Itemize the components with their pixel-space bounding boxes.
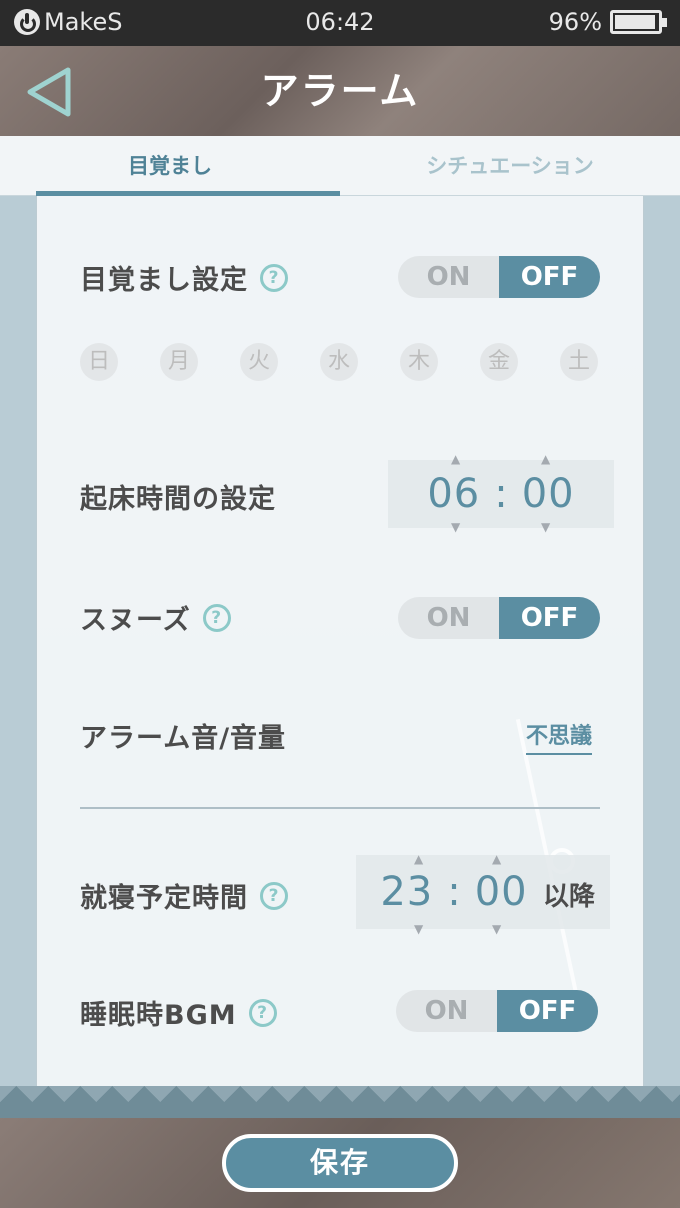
bedtime-hour-up-arrow-icon[interactable]: ▲ — [414, 852, 423, 866]
wake-setting-row: 目覚まし設定 ? — [80, 258, 288, 297]
wake-time-label: 起床時間の設定 — [80, 484, 276, 515]
wake-on-option[interactable]: ON — [398, 256, 499, 298]
tab-situation[interactable]: シチュエーション — [340, 136, 680, 195]
sleep-bgm-toggle[interactable]: ON OFF — [396, 990, 598, 1032]
day-saturday[interactable]: 土 — [560, 343, 598, 381]
snooze-off-option[interactable]: OFF — [499, 597, 600, 639]
bedtime-minute-down-arrow-icon[interactable]: ▼ — [492, 922, 501, 936]
hour-up-arrow-icon[interactable]: ▲ — [451, 452, 460, 466]
day-tuesday[interactable]: 火 — [240, 343, 278, 381]
hour-down-arrow-icon[interactable]: ▼ — [451, 520, 460, 534]
day-sunday[interactable]: 日 — [80, 343, 118, 381]
side-stripe-left — [0, 196, 36, 1086]
bedtime-minute-up-arrow-icon[interactable]: ▲ — [492, 852, 501, 866]
help-icon[interactable]: ? — [248, 998, 277, 1027]
bedtime-separator: : — [447, 869, 461, 915]
alarm-sound-row: アラーム音/音量 — [80, 716, 286, 755]
wake-time-row: 起床時間の設定 — [80, 477, 276, 516]
bedtime-suffix: 以降 — [543, 882, 596, 912]
wake-minute[interactable]: 00 — [522, 471, 575, 517]
alarm-sound-label: アラーム音/音量 — [80, 723, 287, 754]
bedtime-minute[interactable]: 00 — [475, 869, 528, 915]
save-button[interactable]: 保存 — [222, 1134, 458, 1192]
bedtime-label: 就寝予定時間 — [80, 883, 248, 914]
wake-time-separator: : — [494, 471, 508, 517]
minute-up-arrow-icon[interactable]: ▲ — [541, 452, 550, 466]
snooze-toggle[interactable]: ON OFF — [398, 597, 600, 639]
divider — [80, 807, 600, 809]
bgm-on-option[interactable]: ON — [396, 990, 497, 1032]
footer-pattern — [0, 1086, 680, 1118]
snooze-on-option[interactable]: ON — [398, 597, 499, 639]
alarm-sound-value[interactable]: 不思議 — [526, 718, 593, 755]
bedtime-row: 就寝予定時間 ? — [80, 876, 288, 915]
day-monday[interactable]: 月 — [160, 343, 198, 381]
battery-fill — [615, 15, 656, 29]
tab-bar: 目覚まし シチュエーション — [0, 136, 680, 196]
bgm-off-option[interactable]: OFF — [497, 990, 598, 1032]
minute-down-arrow-icon[interactable]: ▼ — [541, 520, 550, 534]
wake-hour[interactable]: 06 — [427, 471, 480, 517]
day-wednesday[interactable]: 水 — [320, 343, 358, 381]
help-icon[interactable]: ? — [202, 603, 231, 632]
wake-off-option[interactable]: OFF — [499, 256, 600, 298]
sleep-bgm-label: 睡眠時BGM — [80, 1000, 237, 1031]
tab-alarm[interactable]: 目覚まし — [0, 136, 340, 196]
day-friday[interactable]: 金 — [480, 343, 518, 381]
settings-panel — [36, 196, 644, 1086]
wake-toggle[interactable]: ON OFF — [398, 256, 600, 298]
snooze-row: スヌーズ ? — [80, 598, 231, 637]
battery: 96% — [548, 8, 667, 36]
status-bar: MakeS 06:42 96% — [0, 0, 680, 46]
bedtime-hour[interactable]: 23 — [380, 869, 433, 915]
day-thursday[interactable]: 木 — [400, 343, 438, 381]
page-title: アラーム — [260, 69, 420, 113]
weekday-selector: 日 月 火 水 木 金 土 — [80, 343, 598, 381]
battery-icon — [610, 10, 667, 34]
wake-time-picker: 06 : 00 — [388, 460, 614, 528]
side-stripe-right — [644, 196, 680, 1086]
snooze-label: スヌーズ — [80, 605, 191, 636]
sleep-bgm-row: 睡眠時BGM ? — [80, 993, 277, 1032]
wake-setting-label: 目覚まし設定 — [80, 265, 248, 296]
battery-percent: 96% — [548, 8, 602, 36]
help-icon[interactable]: ? — [260, 263, 288, 292]
help-icon[interactable]: ? — [260, 881, 288, 910]
header: アラーム — [0, 46, 680, 136]
bedtime-hour-down-arrow-icon[interactable]: ▼ — [414, 922, 423, 936]
